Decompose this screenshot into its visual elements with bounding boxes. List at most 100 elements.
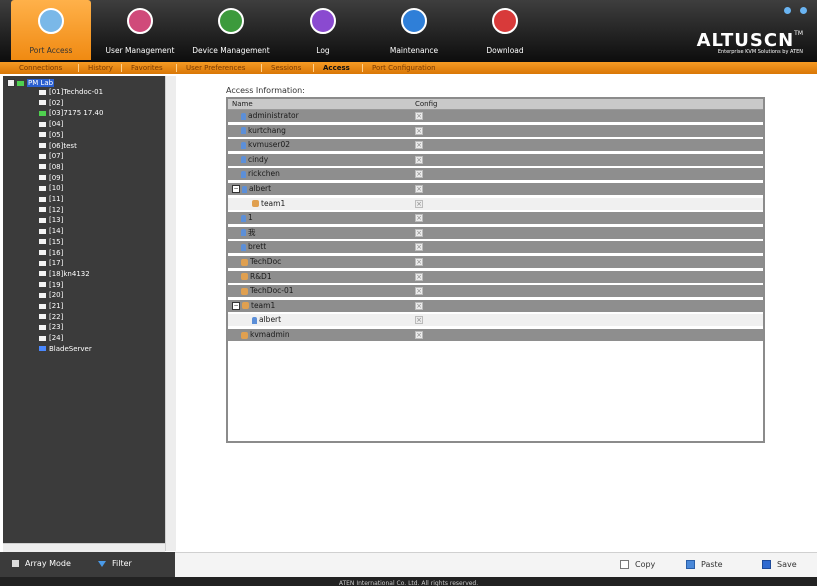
config-column-header[interactable]: Config — [415, 99, 437, 109]
user-management-icon — [127, 8, 153, 34]
config-checkbox[interactable]: × — [415, 272, 423, 281]
collapse-icon[interactable]: − — [7, 79, 15, 87]
config-checkbox[interactable]: × — [415, 214, 423, 223]
port-icon — [39, 100, 46, 106]
tree-port-item[interactable]: [15] — [39, 238, 63, 247]
tree-port-item[interactable]: [08] — [39, 163, 63, 172]
access-row[interactable]: cindy × — [228, 153, 763, 166]
access-row[interactable]: kurtchang × — [228, 124, 763, 137]
collapse-icon[interactable]: − — [232, 301, 240, 310]
tab-device-management[interactable]: Device Management — [188, 0, 274, 60]
tree-port-item[interactable]: [10] — [39, 184, 63, 193]
tree-port-item[interactable]: [18]kn4132 — [39, 270, 90, 279]
subtab-favorites[interactable]: Favorites — [131, 62, 163, 74]
config-checkbox[interactable]: × — [415, 331, 423, 339]
subtab-access[interactable]: Access — [323, 62, 350, 74]
group-icon — [241, 273, 248, 281]
subtab-user-preferences[interactable]: User Preferences — [186, 62, 245, 74]
help-icon[interactable] — [784, 7, 791, 14]
access-row[interactable]: R&D1 × — [228, 270, 763, 283]
access-row[interactable]: albert × — [228, 314, 763, 327]
config-checkbox[interactable]: × — [415, 185, 423, 193]
tab-user-management[interactable]: User Management — [100, 0, 180, 60]
access-row[interactable]: administrator × — [228, 110, 763, 122]
tree-port-item[interactable]: BladeServer — [39, 345, 92, 354]
tab-log[interactable]: Log — [297, 0, 349, 60]
collapse-icon[interactable]: − — [232, 185, 240, 193]
logout-icon[interactable] — [800, 7, 807, 14]
access-row[interactable]: TechDoc-01 × — [228, 285, 763, 298]
config-checkbox[interactable]: × — [415, 141, 423, 150]
paste-icon — [686, 560, 695, 569]
tree-root[interactable]: − PM Lab — [7, 79, 55, 88]
tree-port-label: BladeServer — [49, 344, 92, 353]
config-checkbox[interactable]: × — [415, 126, 423, 135]
tree-port-item[interactable]: [14] — [39, 227, 63, 236]
name-column-header[interactable]: Name — [232, 99, 253, 109]
subtab-sessions[interactable]: Sessions — [271, 62, 301, 74]
tree-port-label: [19] — [49, 280, 64, 289]
array-mode-button[interactable]: Array Mode — [12, 559, 71, 568]
tree-port-label: [02] — [49, 98, 64, 107]
config-checkbox[interactable]: × — [415, 228, 423, 237]
subtab-history[interactable]: History — [88, 62, 113, 74]
config-checkbox[interactable]: × — [415, 287, 423, 296]
tree-port-item[interactable]: [20] — [39, 291, 63, 300]
config-checkbox[interactable]: × — [415, 170, 423, 179]
tree-port-item[interactable]: [07] — [39, 152, 63, 161]
tree-port-item[interactable]: [23] — [39, 323, 63, 332]
tab-download[interactable]: Download — [477, 0, 533, 60]
config-checkbox[interactable]: × — [415, 316, 423, 325]
tree-port-item[interactable]: [21] — [39, 302, 63, 311]
access-row[interactable]: brett × — [228, 241, 763, 254]
subtab-connections[interactable]: Connections — [19, 62, 62, 74]
port-icon — [39, 143, 46, 148]
tree-port-item[interactable]: [16] — [39, 249, 63, 258]
tree-port-item[interactable]: [19] — [39, 281, 63, 290]
access-row[interactable]: 我 × — [228, 226, 763, 239]
access-row[interactable]: − albert × — [228, 183, 763, 195]
tree-port-item[interactable]: [06]test — [39, 142, 77, 151]
tab-maintenance[interactable]: Maintenance — [382, 0, 446, 60]
tree-port-item[interactable]: [12] — [39, 206, 63, 215]
tree-port-item[interactable]: [01]Techdoc-01 — [39, 88, 103, 97]
tab-port-access[interactable]: Port Access — [11, 0, 91, 60]
tree-port-item[interactable]: [04] — [39, 120, 63, 129]
tree-port-item[interactable]: [22] — [39, 313, 63, 322]
tree-port-item[interactable]: [03]7175 17.40 — [39, 109, 103, 118]
config-checkbox[interactable]: × — [415, 155, 423, 164]
access-row[interactable]: rickchen × — [228, 168, 763, 181]
tree-port-item[interactable]: [24] — [39, 334, 63, 343]
copy-button[interactable]: Copy — [620, 560, 655, 569]
tree-port-item[interactable]: [05] — [39, 131, 63, 140]
tree-port-item[interactable]: [02] — [39, 99, 63, 108]
access-row-label: albert — [249, 184, 272, 193]
tree-port-label: [20] — [49, 291, 64, 300]
filter-button[interactable]: Filter — [98, 559, 132, 568]
user-icon — [241, 127, 246, 135]
port-icon — [39, 185, 46, 191]
tree-port-item[interactable]: [13] — [39, 216, 63, 225]
tree-port-item[interactable]: [09] — [39, 174, 63, 183]
access-row[interactable]: − team1 × — [228, 299, 763, 312]
access-row[interactable]: team1 × — [228, 197, 763, 210]
config-checkbox[interactable]: × — [415, 258, 423, 266]
config-checkbox[interactable]: × — [415, 199, 423, 208]
group-icon — [241, 287, 248, 295]
access-row[interactable]: kvmuser02 × — [228, 139, 763, 152]
access-row-label: kvmuser02 — [248, 140, 290, 150]
paste-button[interactable]: Paste — [686, 560, 723, 569]
access-row[interactable]: TechDoc × — [228, 256, 763, 268]
subtab-port-configuration[interactable]: Port Configuration — [372, 62, 436, 74]
save-button[interactable]: Save — [762, 560, 797, 569]
tree-vertical-scrollbar[interactable] — [165, 76, 176, 551]
config-checkbox[interactable]: × — [415, 243, 423, 252]
config-checkbox[interactable]: × — [415, 112, 423, 120]
tree-port-label: [21] — [49, 302, 64, 310]
tree-port-label: [18]kn4132 — [49, 269, 90, 278]
tree-port-item[interactable]: [17] — [39, 259, 63, 268]
access-row[interactable]: 1 × — [228, 212, 763, 225]
tree-port-item[interactable]: [11] — [39, 195, 63, 204]
config-checkbox[interactable]: × — [415, 301, 423, 310]
access-row[interactable]: kvmadmin × — [228, 329, 763, 341]
